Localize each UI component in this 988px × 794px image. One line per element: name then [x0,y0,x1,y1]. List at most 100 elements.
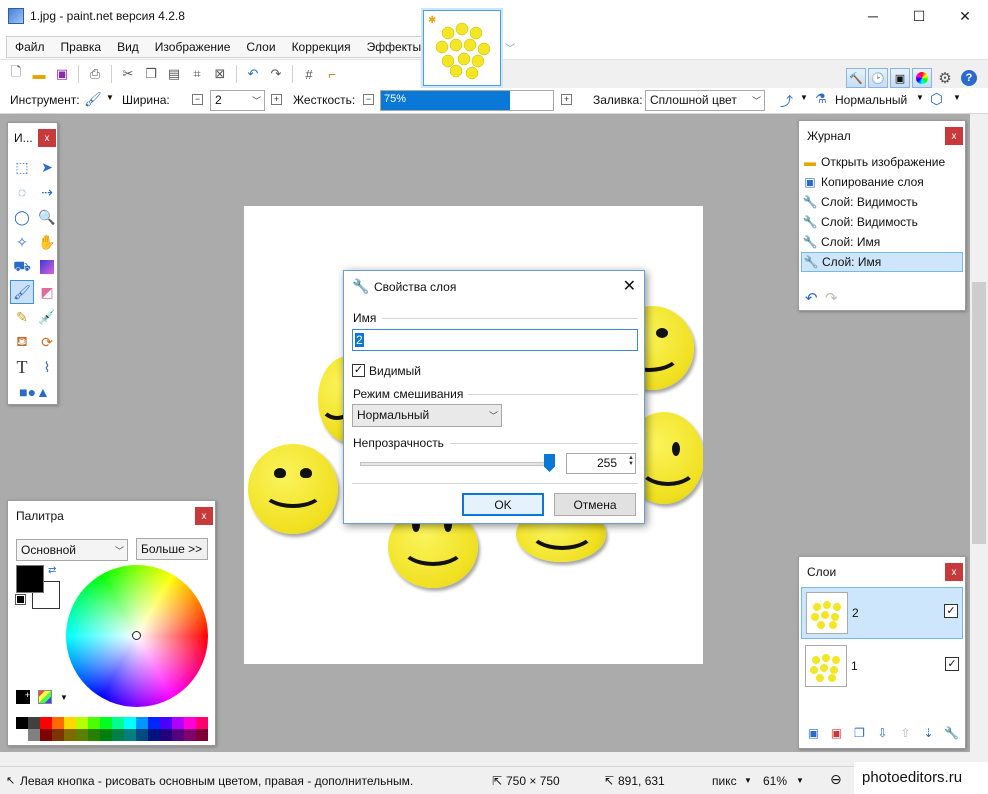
magic-wand-icon[interactable]: ✧ [10,230,34,254]
layer-visibility-checkbox[interactable]: ✓ [944,604,958,618]
color-swatch[interactable] [88,717,100,729]
color-swatch[interactable] [88,729,100,741]
color-swatch[interactable] [172,717,184,729]
history-undo-icon[interactable]: ↶ [805,289,818,307]
history-toggle-icon[interactable]: 🕑 [868,68,888,88]
history-item[interactable]: 🔧 Слой: Видимость [801,192,963,212]
color-swatch[interactable] [16,729,28,741]
duplicate-layer-icon[interactable]: ❐ [849,724,870,742]
menu-adjustments[interactable]: Коррекция [284,37,359,57]
color-swatch[interactable] [40,729,52,741]
line-curve-icon[interactable]: ⌇ [35,355,59,379]
units-select[interactable]: пикс [712,774,737,788]
menu-effects[interactable]: Эффекты [359,37,430,57]
palette-menu-chevron-down-icon[interactable]: ▼ [60,693,68,702]
color-swatch[interactable] [136,717,148,729]
layer-row-selected[interactable]: 2 ✓ [801,587,963,639]
zoom-out-icon[interactable]: ⊖ [830,771,842,788]
paintbrush-tool-icon[interactable]: 🖌 [84,91,102,108]
units-chevron-down-icon[interactable]: ▼ [744,776,752,785]
move-layer-down-icon[interactable]: ⇣ [918,724,939,742]
menu-view[interactable]: Вид [109,37,147,57]
colors-toggle-icon[interactable] [912,68,932,88]
color-swatch[interactable] [136,729,148,741]
menu-edit[interactable]: Правка [53,37,110,57]
ok-button[interactable]: OK [462,493,544,516]
move-selection-icon[interactable]: ➤ [35,155,59,179]
horizontal-scrollbar[interactable] [0,752,970,766]
maximize-button[interactable]: ☐ [896,0,942,32]
layer-name-input[interactable]: 2 [352,329,638,351]
palette-mode-select[interactable]: Основной ﹀ [16,539,128,561]
color-swatch[interactable] [160,717,172,729]
tools-toggle-icon[interactable]: 🔨 [846,68,866,88]
opacity-spinbox[interactable]: 255 ▲ ▼ [566,453,636,474]
color-wheel-cursor[interactable] [132,631,141,640]
color-swatch[interactable] [52,717,64,729]
color-swatch[interactable] [124,729,136,741]
pan-hand-icon[interactable]: ✋ [35,230,59,254]
paint-bucket-icon[interactable]: ⛟ [10,255,34,279]
swap-colors-icon[interactable]: ⇄ [48,565,56,576]
new-file-icon[interactable]: 🗋 [6,64,26,84]
color-swatch[interactable] [100,717,112,729]
settings-gear-icon[interactable]: ⚙ [934,68,956,88]
selection-chevron-down-icon[interactable]: ▼ [953,93,961,102]
color-swatch[interactable] [196,729,208,741]
hardness-increase-icon[interactable]: + [561,94,572,105]
tools-panel-close-icon[interactable]: x [38,129,56,147]
hardness-decrease-icon[interactable]: − [363,94,374,105]
deselect-icon[interactable]: ⊠ [210,64,230,84]
blend-mode-value[interactable]: Нормальный [835,93,907,107]
cut-icon[interactable]: ✂ [118,64,138,84]
print-icon[interactable]: ⎙ [85,64,105,84]
grid-icon[interactable]: # [299,64,319,84]
cancel-button[interactable]: Отмена [554,493,636,516]
color-swatch[interactable] [52,729,64,741]
help-button[interactable]: ? [958,68,980,88]
crop-icon[interactable]: ⌗ [187,64,207,84]
color-swatch[interactable] [40,717,52,729]
width-decrease-icon[interactable]: − [192,94,203,105]
zoom-chevron-down-icon[interactable]: ▼ [796,776,804,785]
vertical-scrollbar-thumb[interactable] [972,282,986,544]
color-swatch[interactable] [28,717,40,729]
eraser-icon[interactable]: ◩ [35,280,59,304]
layers-toggle-icon[interactable]: ▣ [890,68,910,88]
merge-down-icon[interactable]: ⇩ [872,724,893,742]
image-tab-thumbnail[interactable]: ✱ [423,10,501,86]
width-combobox[interactable]: 2 ﹀ [210,90,265,111]
history-item[interactable]: 🔧 Слой: Видимость [801,212,963,232]
primary-color-swatch[interactable] [16,565,44,593]
antialias-chevron-down-icon[interactable]: ▼ [800,93,808,102]
zoom-icon[interactable]: 🔍 [35,205,59,229]
save-icon[interactable]: ▣ [52,64,72,84]
history-item[interactable]: ▬ Открыть изображение [801,152,963,172]
open-folder-icon[interactable]: ▬ [29,64,49,84]
color-swatch[interactable] [16,717,28,729]
color-swatch[interactable] [100,729,112,741]
layer-properties-wrench-icon[interactable]: 🔧 [941,724,962,742]
color-swatch[interactable] [28,729,40,741]
zoom-level[interactable]: 61% [763,774,787,788]
color-swatch[interactable] [148,729,160,741]
color-swatch[interactable] [64,717,76,729]
color-swatch[interactable] [184,729,196,741]
layer-row[interactable]: 1 ✓ [801,641,963,693]
history-redo-icon[interactable]: ↷ [825,289,838,307]
close-button[interactable]: ✕ [942,0,988,32]
spin-down-icon[interactable]: ▼ [621,461,634,467]
layer-visibility-checkbox[interactable]: ✓ [945,657,959,671]
color-swatch[interactable] [76,717,88,729]
fill-combobox[interactable]: Сплошной цвет ﹀ [645,90,765,111]
color-picker-icon[interactable]: 💉 [35,305,59,329]
blend-mode-select[interactable]: Нормальный ﹀ [352,404,502,427]
shapes-icon[interactable]: ■●▲ [10,380,59,404]
palette-more-button[interactable]: Больше >> [136,538,208,560]
palette-colors-icon[interactable] [38,690,52,704]
gradient-icon[interactable] [35,255,59,279]
hardness-slider[interactable]: 75% [380,90,554,111]
menu-image[interactable]: Изображение [147,37,239,57]
paste-icon[interactable]: ▤ [164,64,184,84]
reset-colors-icon[interactable] [15,594,26,605]
